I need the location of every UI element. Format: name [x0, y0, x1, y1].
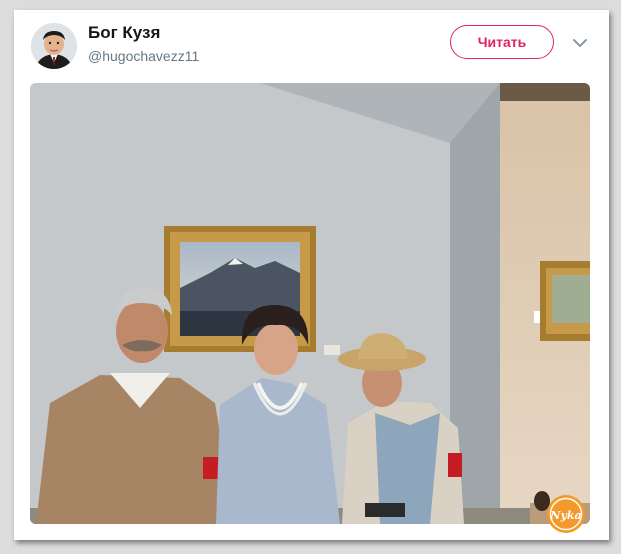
tweet-photo[interactable] [30, 83, 590, 524]
author-avatar[interactable] [31, 23, 77, 69]
museum-scene-image [30, 83, 590, 524]
avatar-image [31, 23, 77, 69]
watermark-text: Nyka [549, 509, 581, 522]
chevron-down-icon[interactable] [571, 34, 589, 52]
tweet-card: Бог Кузя @hugochavezz11 Читать [14, 10, 609, 540]
watermark-logo: Nyka [546, 494, 586, 534]
author-handle[interactable]: @hugochavezz11 [88, 48, 199, 64]
follow-button[interactable]: Читать [450, 25, 554, 59]
author-name[interactable]: Бог Кузя [88, 23, 160, 43]
